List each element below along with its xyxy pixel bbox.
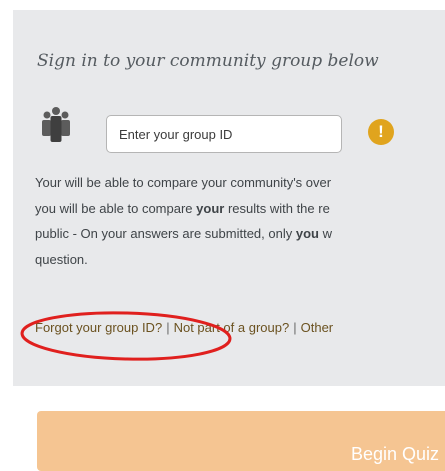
description-line: question. xyxy=(35,251,88,267)
warning-exclamation-icon: ! xyxy=(368,119,394,145)
description-line: Your will be able to compare your commun… xyxy=(35,175,332,190)
group-id-input[interactable] xyxy=(106,115,342,153)
not-part-of-group-link[interactable]: Not part of a group? xyxy=(174,320,290,335)
signin-panel: Sign in to your community group below ! … xyxy=(13,10,445,386)
description-line: you will be able to compare your results… xyxy=(35,200,330,216)
description-line: public - On your answers are submitted, … xyxy=(35,226,332,241)
begin-quiz-button[interactable]: Begin Quiz xyxy=(37,411,445,471)
forgot-group-id-link[interactable]: Forgot your group ID? xyxy=(35,320,162,335)
help-links: Forgot your group ID? | Not part of a grou… xyxy=(35,320,333,335)
group-people-icon xyxy=(42,107,70,142)
link-separator: | xyxy=(166,320,170,335)
link-separator: | xyxy=(293,320,297,335)
signin-description: Your will be able to compare your commun… xyxy=(35,170,445,272)
other-link[interactable]: Other xyxy=(301,320,334,335)
signin-title: Sign in to your community group below xyxy=(37,51,379,71)
